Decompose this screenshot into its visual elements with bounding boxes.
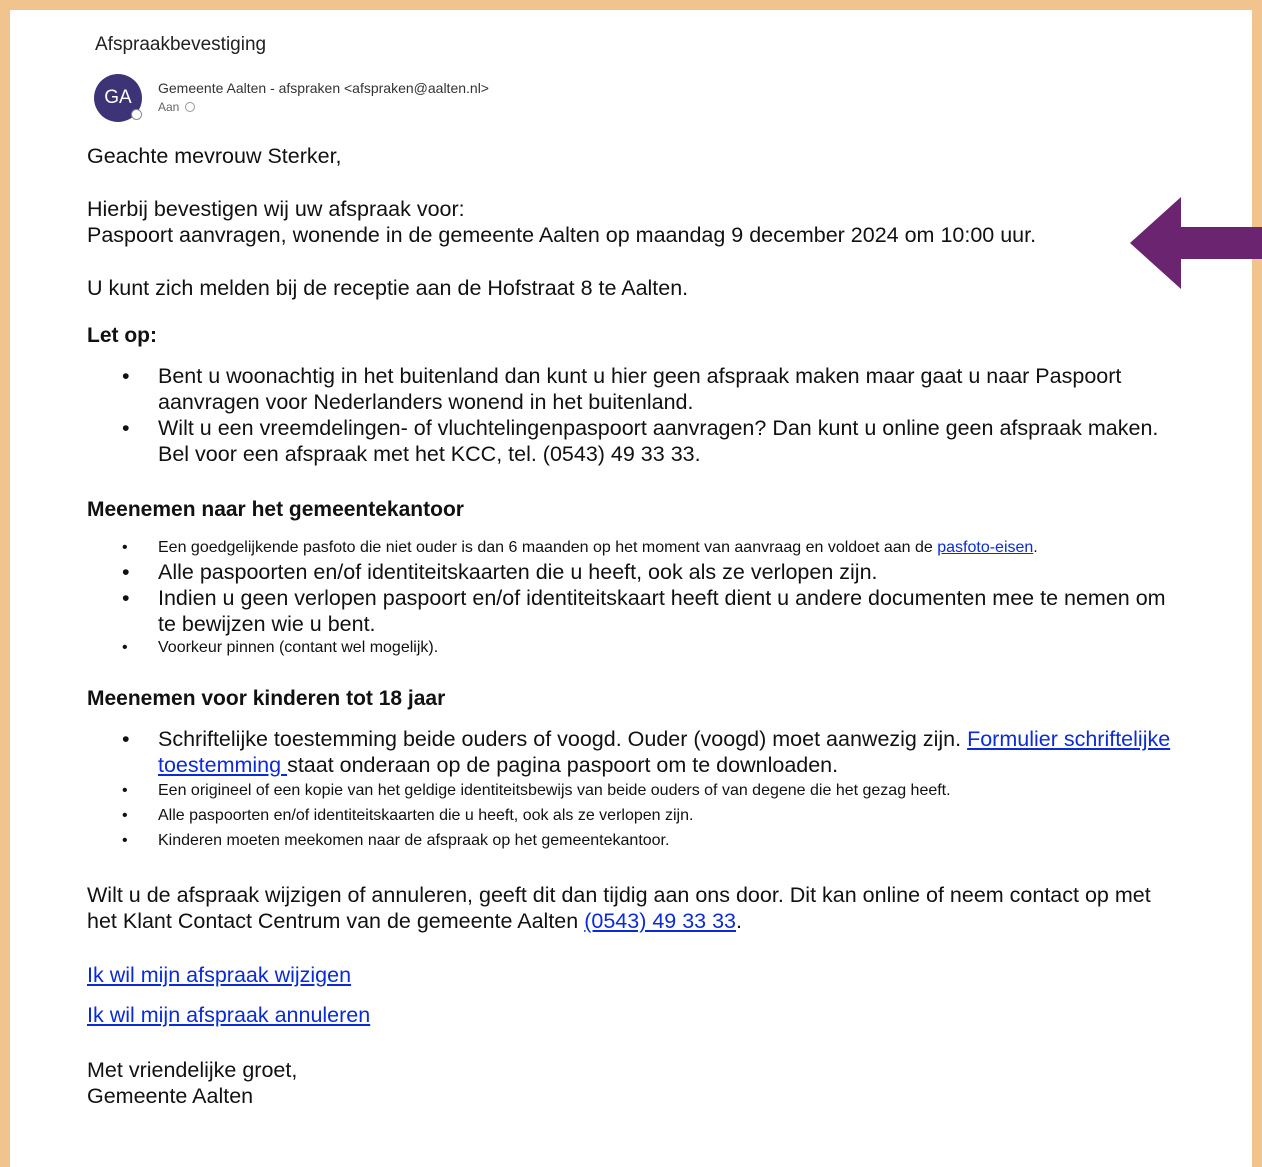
- presence-status-icon: [131, 109, 142, 120]
- list-item: Wilt u een vreemdelingen- of vluchteling…: [122, 415, 1177, 467]
- recipient-status-icon: [185, 102, 196, 112]
- list-item: Bent u woonachtig in het buitenland dan …: [122, 363, 1177, 415]
- bring-list: Een goedgelijkende pasfoto die niet oude…: [87, 537, 1177, 658]
- recipient-line: Aan: [158, 100, 196, 114]
- bring-heading: Meenemen naar het gemeentekantoor: [87, 498, 464, 521]
- bring-item-1-end: .: [1033, 539, 1038, 556]
- kids-heading: Meenemen voor kinderen tot 18 jaar: [87, 687, 446, 710]
- avatar-initials: GA: [104, 87, 132, 108]
- list-item: Een origineel of een kopie van het geldi…: [122, 778, 1177, 803]
- kids-list: Schriftelijke toestemming beide ouders o…: [87, 726, 1177, 853]
- list-item: Alle paspoorten en/of identiteitskaarten…: [122, 559, 1177, 585]
- bring-item-1-text: Een goedgelijkende pasfoto die niet oude…: [158, 539, 938, 556]
- purple-arrow-icon: [1130, 197, 1262, 289]
- to-label: Aan: [158, 100, 180, 114]
- letop-heading: Let op:: [87, 324, 157, 347]
- change-end: .: [736, 909, 742, 933]
- sender-line[interactable]: Gemeente Aalten - afspraken <afspraken@a…: [158, 80, 489, 96]
- pasfoto-eisen-link[interactable]: pasfoto-eisen: [937, 539, 1033, 556]
- closing: Met vriendelijke groet,: [87, 1058, 298, 1082]
- email-subject: Afspraakbevestiging: [95, 34, 267, 55]
- list-item: Voorkeur pinnen (contant wel mogelijk).: [122, 637, 1177, 659]
- confirm-line-2: Paspoort aanvragen, wonende in de gemeen…: [87, 223, 1037, 247]
- change-paragraph: Wilt u de afspraak wijzigen of annuleren…: [87, 882, 1165, 934]
- arrow-shape: [1130, 197, 1262, 289]
- kids-item-1-text: Schriftelijke toestemming beide ouders o…: [158, 727, 968, 751]
- cancel-appointment-link[interactable]: Ik wil mijn afspraak annuleren: [87, 1003, 370, 1027]
- list-item: Alle paspoorten en/of identiteitskaarten…: [122, 803, 1177, 828]
- list-item: Kinderen moeten meekomen naar de afspraa…: [122, 828, 1177, 853]
- change-appointment-link[interactable]: Ik wil mijn afspraak wijzigen: [87, 963, 351, 987]
- kids-item-1-end: staat onderaan op de pagina paspoort om …: [287, 753, 839, 777]
- confirm-line-1: Hierbij bevestigen wij uw afspraak voor:: [87, 197, 465, 221]
- signature: Gemeente Aalten: [87, 1084, 254, 1108]
- greeting: Geachte mevrouw Sterker,: [87, 144, 342, 168]
- kcc-phone-link[interactable]: (0543) 49 33 33: [584, 909, 736, 933]
- list-item: Schriftelijke toestemming beide ouders o…: [122, 726, 1177, 778]
- report-line: U kunt zich melden bij de receptie aan d…: [87, 276, 689, 300]
- letop-list: Bent u woonachtig in het buitenland dan …: [87, 363, 1177, 467]
- list-item: Indien u geen verlopen paspoort en/of id…: [122, 585, 1177, 637]
- list-item: Een goedgelijkende pasfoto die niet oude…: [122, 537, 1177, 559]
- email-body: Geachte mevrouw Sterker, Hierbij bevesti…: [87, 143, 1177, 1109]
